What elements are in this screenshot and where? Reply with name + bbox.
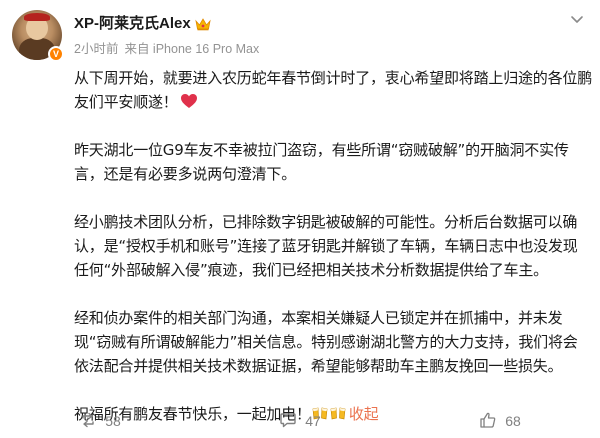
post-content: 从下周开始，就要进入农历蛇年春节倒计时了，衷心希望即将踏上归途的各位鹏友们平安顺… xyxy=(74,66,592,426)
username-row: XP-阿莱克氏Alex xyxy=(74,12,211,33)
heart-icon xyxy=(180,92,198,108)
thumbs-up-icon xyxy=(479,411,497,432)
post-source: 来自 iPhone 16 Pro Max xyxy=(124,42,260,56)
crown-icon xyxy=(195,16,211,30)
like-count: 68 xyxy=(505,413,521,429)
post-time: 2小时前 xyxy=(74,42,119,56)
paragraph: 昨天湖北一位G9车友不幸被拉门盗窃，有些所谓“窃贼破解”的开脑洞不实传言，还是有… xyxy=(74,141,569,183)
paragraph: 经小鹏技术团队分析，已排除数字钥匙被破解的可能性。分析后台数据可以确认，是“授权… xyxy=(74,213,578,279)
comment-button[interactable]: 47 xyxy=(200,404,400,438)
comment-icon xyxy=(279,411,297,432)
chevron-down-icon xyxy=(566,13,588,32)
avatar[interactable]: V xyxy=(12,10,64,62)
paragraph: 从下周开始，就要进入农历蛇年春节倒计时了，衷心希望即将踏上归途的各位鹏友们平安顺… xyxy=(74,69,593,111)
username[interactable]: XP-阿莱克氏Alex xyxy=(74,12,191,33)
comment-count: 47 xyxy=(305,413,321,429)
verified-badge: V xyxy=(48,46,64,62)
post-meta: 2小时前 来自 iPhone 16 Pro Max xyxy=(74,38,259,57)
more-options-button[interactable] xyxy=(566,12,588,28)
repost-icon xyxy=(79,411,97,432)
paragraph: 经和侦办案件的相关部门沟通，本案相关嫌疑人已锁定并在抓捕中，并未发现“窃贼有所谓… xyxy=(74,309,578,375)
repost-button[interactable]: 58 xyxy=(0,404,200,438)
repost-count: 58 xyxy=(105,413,121,429)
weibo-post: V XP-阿莱克氏Alex 2小时前 来自 iPhone 16 Pro Max … xyxy=(0,0,600,438)
action-bar: 58 47 68 xyxy=(0,404,600,438)
like-button[interactable]: 68 xyxy=(400,404,600,438)
